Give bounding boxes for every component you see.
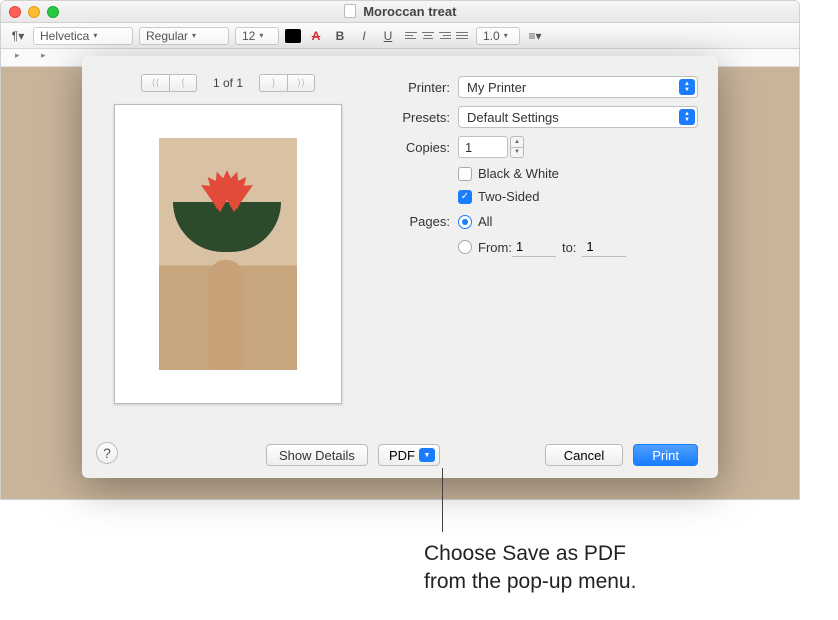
preview-image bbox=[159, 138, 297, 370]
help-button[interactable]: ? bbox=[96, 442, 118, 464]
presets-label: Presets: bbox=[378, 110, 450, 125]
page-indicator: 1 of 1 bbox=[213, 76, 243, 90]
printer-select[interactable]: My Printer ▲▼ bbox=[458, 76, 698, 98]
two-sided-label: Two-Sided bbox=[478, 189, 539, 204]
print-button[interactable]: Print bbox=[633, 444, 698, 466]
print-dialog: ⟨⟨ ⟨ 1 of 1 ⟩ ⟩⟩ bbox=[82, 56, 718, 478]
copies-field[interactable]: 1 bbox=[458, 136, 508, 158]
show-details-button[interactable]: Show Details bbox=[266, 444, 368, 466]
callout-text: Choose Save as PDF from the pop-up menu. bbox=[424, 540, 636, 597]
prev-page-button[interactable]: ⟨ bbox=[169, 74, 197, 92]
copies-stepper[interactable]: ▲▼ bbox=[510, 136, 524, 158]
strikethrough-button[interactable]: A bbox=[307, 27, 325, 45]
window-title: Moroccan treat bbox=[1, 4, 799, 19]
pdf-popup-button[interactable]: PDF ▼ bbox=[378, 444, 440, 466]
list-style-button[interactable]: ≡▾ bbox=[526, 27, 544, 45]
two-sided-checkbox[interactable]: ✓ bbox=[458, 190, 472, 204]
from-label: From: bbox=[478, 240, 512, 255]
to-label: to: bbox=[562, 240, 576, 255]
chevron-updown-icon: ▲▼ bbox=[679, 79, 695, 95]
to-field[interactable] bbox=[582, 237, 626, 257]
font-style-select[interactable]: Regular▾ bbox=[139, 27, 229, 45]
cancel-button[interactable]: Cancel bbox=[545, 444, 623, 466]
preview-page-nav: ⟨⟨ ⟨ 1 of 1 ⟩ ⟩⟩ bbox=[141, 74, 315, 92]
line-spacing-select[interactable]: 1.0▾ bbox=[476, 27, 520, 45]
font-size-select[interactable]: 12▾ bbox=[235, 27, 279, 45]
bold-button[interactable]: B bbox=[331, 27, 349, 45]
chevron-updown-icon: ▲▼ bbox=[679, 109, 695, 125]
next-page-button[interactable]: ⟩ bbox=[259, 74, 287, 92]
pages-label: Pages: bbox=[378, 214, 450, 229]
document-icon bbox=[344, 4, 356, 18]
presets-select[interactable]: Default Settings ▲▼ bbox=[458, 106, 698, 128]
printer-label: Printer: bbox=[378, 80, 450, 95]
copies-label: Copies: bbox=[378, 140, 450, 155]
format-toolbar: ¶▾ Helvetica▾ Regular▾ 12▾ A B I U 1.0▾ … bbox=[1, 23, 799, 49]
underline-button[interactable]: U bbox=[379, 27, 397, 45]
pages-range-radio[interactable] bbox=[458, 240, 472, 254]
last-page-button[interactable]: ⟩⟩ bbox=[287, 74, 315, 92]
chevron-down-icon: ▼ bbox=[419, 448, 435, 462]
font-family-select[interactable]: Helvetica▾ bbox=[33, 27, 133, 45]
italic-button[interactable]: I bbox=[355, 27, 373, 45]
titlebar: Moroccan treat bbox=[1, 1, 799, 23]
black-white-checkbox[interactable] bbox=[458, 167, 472, 181]
text-color-button[interactable] bbox=[285, 29, 301, 43]
first-page-button[interactable]: ⟨⟨ bbox=[141, 74, 169, 92]
callout-leader-line bbox=[442, 468, 443, 532]
pages-all-radio[interactable] bbox=[458, 215, 472, 229]
alignment-group[interactable] bbox=[403, 28, 470, 44]
pages-all-label: All bbox=[478, 214, 492, 229]
paragraph-style-button[interactable]: ¶▾ bbox=[9, 27, 27, 45]
from-field[interactable] bbox=[512, 237, 556, 257]
print-preview bbox=[114, 104, 342, 404]
black-white-label: Black & White bbox=[478, 166, 559, 181]
